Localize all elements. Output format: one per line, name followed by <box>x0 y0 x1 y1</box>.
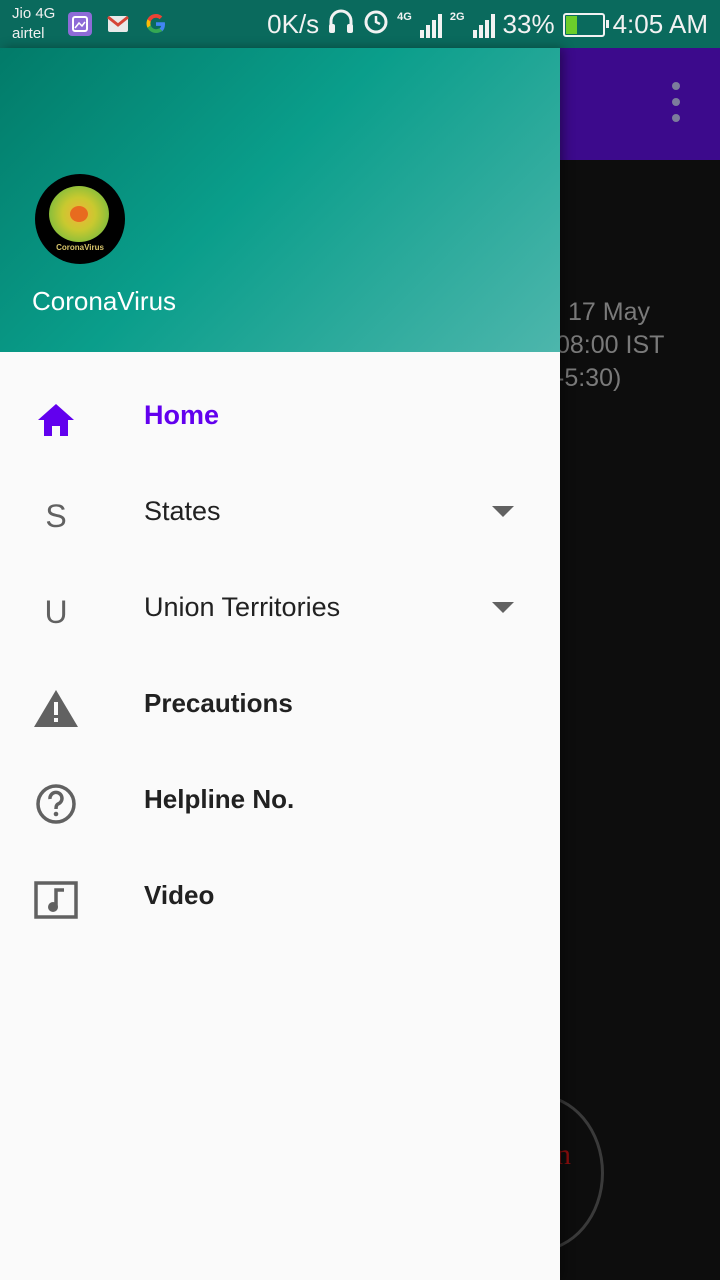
overflow-menu-icon[interactable] <box>660 82 692 122</box>
signal-1-icon <box>419 12 442 38</box>
virus-icon <box>49 186 109 242</box>
carrier-2: airtel <box>12 25 45 42</box>
network-type-1: 4G <box>397 10 412 23</box>
menu-item-video[interactable]: Video <box>0 850 560 946</box>
carrier-labels: Jio 4G airtel <box>12 4 55 44</box>
chevron-down-icon[interactable] <box>492 506 514 517</box>
menu-item-label: Union Territories <box>144 592 341 622</box>
gallery-icon <box>68 12 92 36</box>
google-icon <box>144 12 168 36</box>
signal-2-icon <box>472 12 495 38</box>
menu-item-label: Video <box>144 880 215 910</box>
menu-item-precautions[interactable]: Precautions <box>0 658 560 754</box>
clock: 4:05 AM <box>612 9 708 39</box>
headphones-icon <box>327 8 355 41</box>
chevron-down-icon[interactable] <box>492 602 514 613</box>
notification-icons <box>68 12 168 36</box>
menu-item-label: Precautions <box>144 688 293 718</box>
letter-s: S <box>45 497 67 534</box>
menu-item-home[interactable]: Home <box>0 370 560 466</box>
menu-item-label: Helpline No. <box>144 784 295 814</box>
battery-icon <box>562 12 609 37</box>
help-circle-icon <box>32 780 80 828</box>
menu-item-helpline[interactable]: Helpline No. <box>0 754 560 850</box>
navigation-drawer: CoronaVirus CoronaVirus Home S States U … <box>0 48 560 1280</box>
gmail-icon <box>106 12 130 36</box>
home-icon <box>32 396 80 444</box>
carrier-1: Jio 4G <box>12 5 56 22</box>
date-line-3: -5:30) <box>556 364 622 392</box>
network-speed: 0K/s <box>267 9 320 39</box>
letter-u: U <box>44 593 68 630</box>
drawer-header: CoronaVirus CoronaVirus <box>0 48 560 352</box>
menu-item-label: States <box>144 496 221 526</box>
alarm-icon <box>363 8 389 41</box>
network-type-2: 2G <box>449 10 465 23</box>
warning-icon <box>32 684 80 732</box>
menu-item-label: Home <box>144 400 220 430</box>
status-bar: Jio 4G airtel 0K/s 4G 2G 33% 4:05 AM <box>0 0 720 48</box>
music-video-icon <box>32 876 80 924</box>
background-date-text: 17 May 08:00 IST -5:30) <box>540 296 720 395</box>
date-line-2: 08:00 IST <box>556 331 665 359</box>
app-logo: CoronaVirus <box>35 174 125 264</box>
battery-percent: 33% <box>502 9 555 39</box>
drawer-menu: Home S States U Union Territories Precau… <box>0 370 560 946</box>
date-line-1: 17 May <box>568 298 650 326</box>
logo-label: CoronaVirus <box>56 243 104 252</box>
status-right: 0K/s 4G 2G 33% 4:05 AM <box>267 8 708 41</box>
letter-s-icon: S <box>32 492 80 540</box>
menu-item-union-territories[interactable]: U Union Territories <box>0 562 560 658</box>
letter-u-icon: U <box>32 588 80 636</box>
drawer-title: CoronaVirus <box>32 286 177 316</box>
menu-item-states[interactable]: S States <box>0 466 560 562</box>
